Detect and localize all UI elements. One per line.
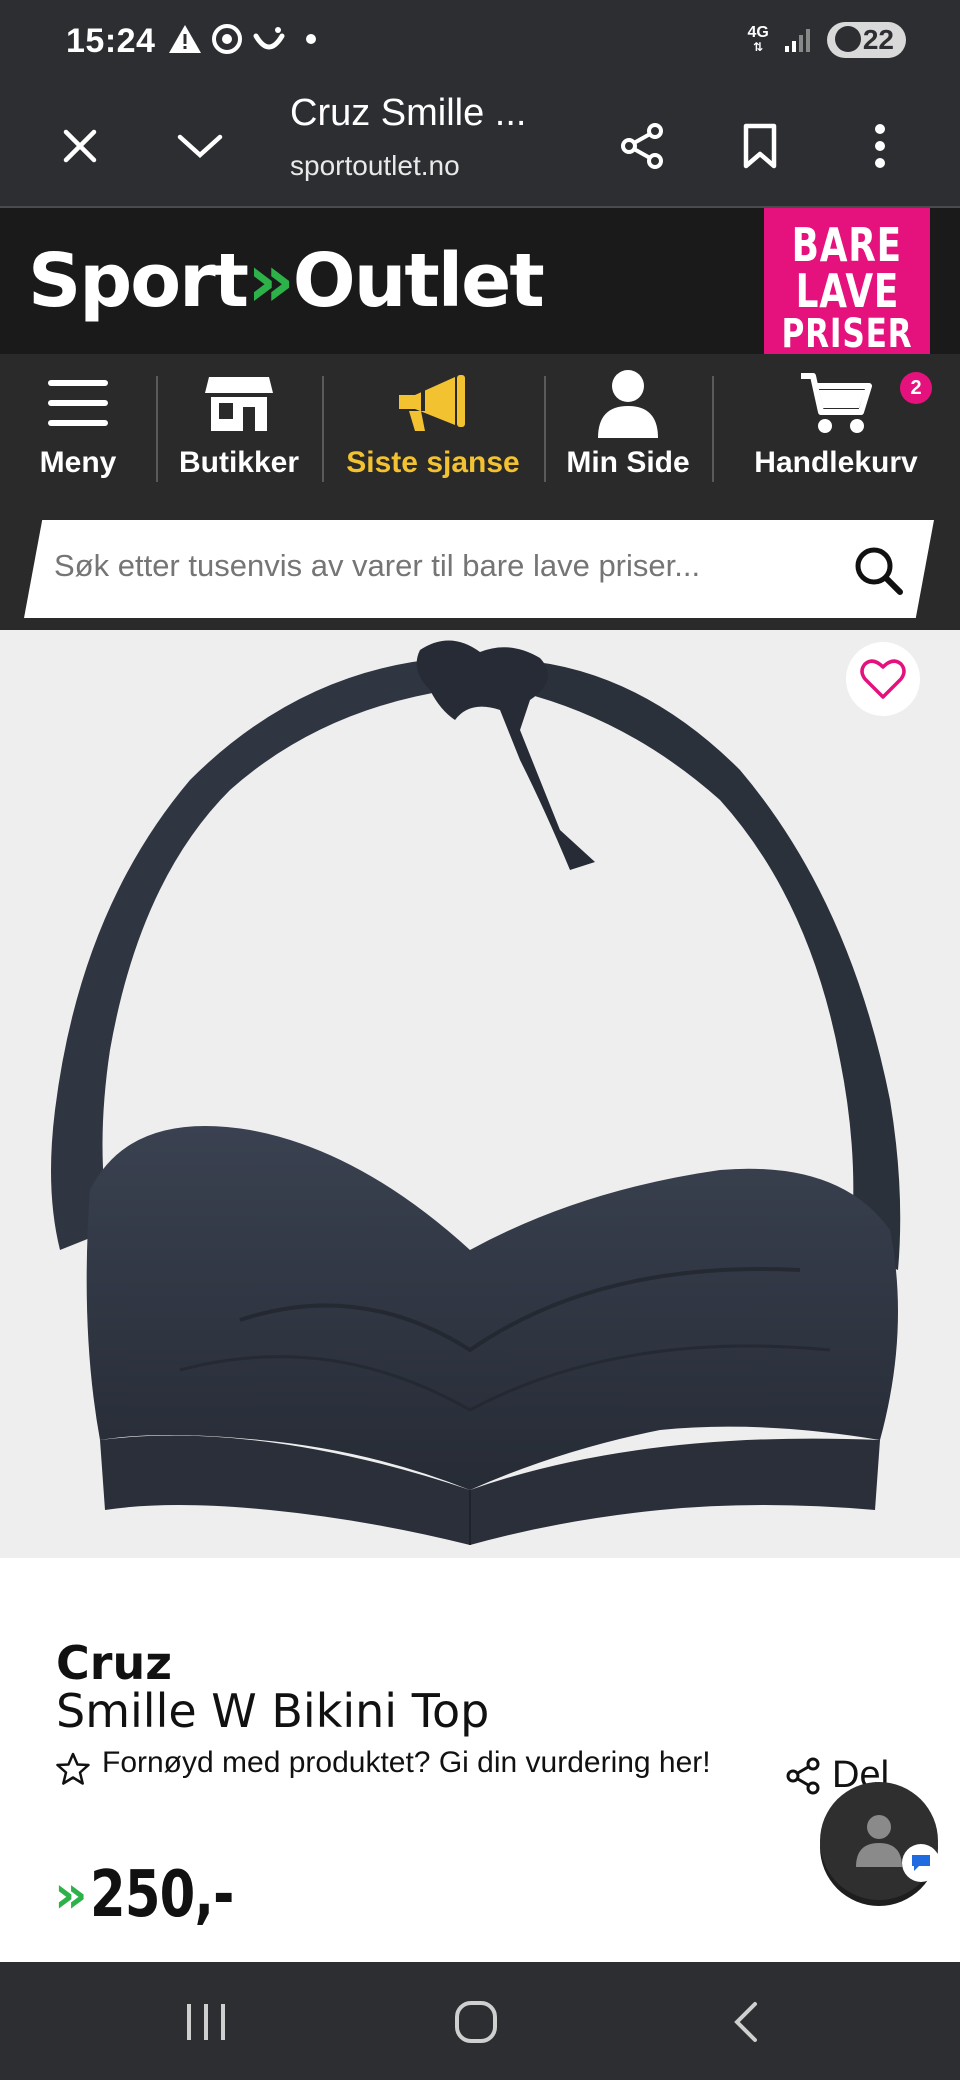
bookmark-icon[interactable] — [728, 114, 792, 178]
nav-item-siste-sjanse[interactable]: Siste sjanse — [322, 354, 544, 504]
page-url[interactable]: sportoutlet.no — [290, 150, 460, 182]
price-value: 250,- — [89, 1858, 234, 1932]
logo-right: Outlet — [292, 238, 545, 324]
nav-item-meny[interactable]: Meny — [0, 354, 156, 504]
product-info: Cruz Smille W Bikini Top Fornøyd med pro… — [0, 1558, 960, 1962]
back-icon[interactable] — [716, 1992, 776, 2052]
share-icon — [786, 1757, 820, 1794]
network-label: 4G ⇅ — [747, 24, 769, 55]
promo-line-3: PRISER — [781, 311, 913, 357]
warning-icon — [169, 25, 201, 53]
chevron-down-icon[interactable] — [168, 114, 232, 178]
signal-icon — [784, 29, 810, 52]
share-icon[interactable] — [610, 114, 674, 178]
network-type: 4G — [747, 24, 769, 41]
page-title[interactable]: Cruz Smille ... — [290, 92, 526, 135]
sportoutlet-logo[interactable]: Sport»Outlet — [28, 238, 545, 324]
site-header: Sport»Outlet BARE LAVE PRISER — [0, 208, 960, 368]
nav-label-min-side: Min Side — [566, 446, 690, 479]
rating-prompt[interactable]: Fornøyd med produktet? Gi din vurdering … — [56, 1748, 736, 1786]
chat-bubble-icon — [902, 1844, 940, 1882]
system-navigation-bar — [0, 1962, 960, 2080]
search-box — [24, 520, 934, 618]
status-icons — [168, 24, 316, 54]
megaphone-icon — [395, 368, 471, 438]
status-right: 4G ⇅ 22 — [747, 22, 906, 58]
search-icon[interactable] — [852, 544, 904, 596]
search-input[interactable] — [54, 548, 814, 584]
avatar-icon — [856, 1815, 902, 1867]
product-name: Smille W Bikini Top — [56, 1684, 490, 1738]
nav-item-butikker[interactable]: Butikker — [156, 354, 322, 504]
user-icon — [596, 368, 660, 438]
promo-badge: BARE LAVE PRISER — [764, 208, 930, 368]
status-time: 15:24 — [66, 22, 156, 60]
promo-line-2: LAVE — [795, 264, 899, 318]
search-bar — [0, 504, 960, 630]
nav-label-meny: Meny — [39, 446, 117, 479]
promo-line-1: BARE — [791, 218, 903, 272]
close-icon[interactable] — [48, 114, 112, 178]
dot-icon — [306, 34, 316, 44]
more-icon[interactable] — [848, 114, 912, 178]
product-price: » 250,- — [54, 1858, 269, 1932]
store-icon — [203, 368, 275, 438]
status-bar: 15:24 4G ⇅ 22 — [0, 0, 960, 86]
star-icon — [56, 1752, 90, 1785]
smile-icon — [253, 27, 285, 50]
nav-item-min-side[interactable]: Min Side — [544, 354, 712, 504]
battery-icon: 22 — [826, 22, 906, 58]
cart-icon — [799, 368, 873, 438]
menu-icon — [46, 368, 110, 438]
nav-item-handlekurv[interactable]: Handlekurv 2 — [712, 354, 960, 504]
recent-apps-icon[interactable] — [176, 1992, 236, 2052]
nav-label-siste-sjanse: Siste sjanse — [346, 446, 520, 479]
nav-label-handlekurv: Handlekurv — [754, 446, 918, 479]
product-image[interactable] — [0, 630, 960, 1558]
battery-level: 22 — [862, 24, 894, 55]
logo-left: Sport — [28, 238, 249, 324]
home-icon[interactable] — [446, 1992, 506, 2052]
chrome-icon — [212, 24, 242, 54]
main-navigation: Meny Butikker Siste sjanse Min Side Hand… — [0, 354, 960, 504]
bikini-top-image — [51, 640, 901, 1545]
heart-icon — [860, 659, 906, 699]
chat-button[interactable] — [820, 1782, 940, 1900]
price-chevron-icon: » — [54, 1865, 87, 1925]
nav-label-butikker: Butikker — [178, 446, 300, 479]
product-brand[interactable]: Cruz — [56, 1636, 172, 1690]
rating-text: Fornøyd med produktet? Gi din vurdering … — [102, 1746, 711, 1779]
browser-toolbar: Cruz Smille ... sportoutlet.no — [0, 86, 960, 208]
cart-count-badge: 2 — [900, 372, 932, 404]
favorite-button[interactable] — [846, 642, 920, 716]
